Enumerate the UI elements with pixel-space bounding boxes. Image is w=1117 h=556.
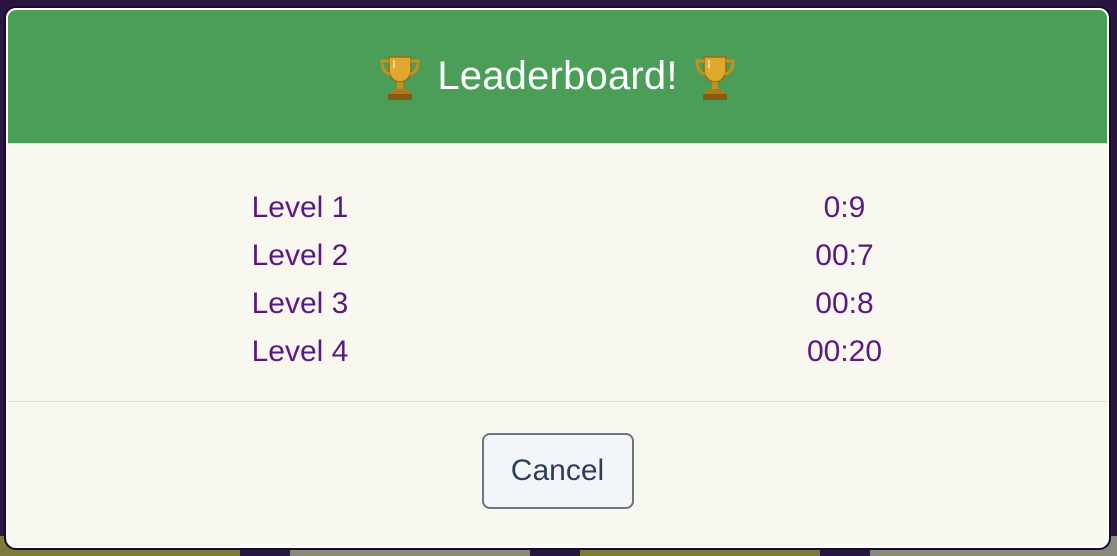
modal-title-text: Leaderboard! <box>437 54 678 98</box>
cancel-button[interactable]: Cancel <box>481 433 634 509</box>
level-time: 0:9 <box>823 191 866 224</box>
modal-header: Leaderboard! <box>8 10 1107 144</box>
level-time: 00:8 <box>815 287 874 320</box>
score-row: Level 2 00:7 <box>8 232 1107 280</box>
level-time: 00:7 <box>815 239 874 272</box>
trophy-icon <box>694 53 736 101</box>
trophy-icon <box>379 53 421 101</box>
modal-title: Leaderboard! <box>379 53 735 101</box>
level-name: Level 3 <box>251 287 349 320</box>
level-name: Level 4 <box>251 335 349 368</box>
leaderboard-modal: Leaderboard! Level 1 0:9 Level 2 00:7 Le… <box>6 8 1109 548</box>
level-name: Level 2 <box>251 239 349 272</box>
score-row: Level 3 00:8 <box>8 280 1107 328</box>
score-row: Level 1 0:9 <box>8 184 1107 232</box>
level-time: 00:20 <box>806 335 883 368</box>
level-name: Level 1 <box>251 191 349 224</box>
score-row: Level 4 00:20 <box>8 328 1107 376</box>
modal-footer: Cancel <box>8 402 1107 546</box>
leaderboard-list: Level 1 0:9 Level 2 00:7 Level 3 00:8 Le… <box>8 144 1107 402</box>
